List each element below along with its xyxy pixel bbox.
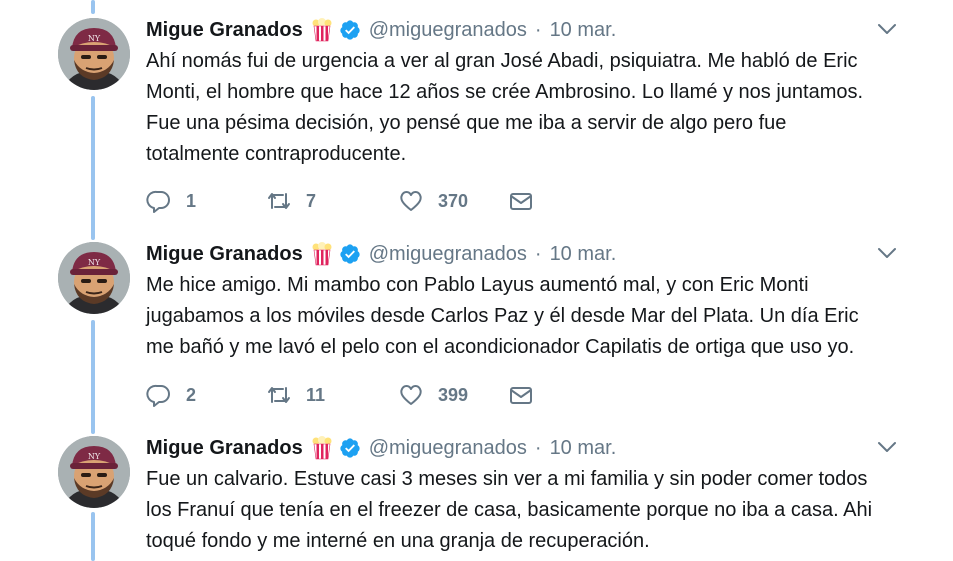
tweet-header: Migue Granados @miguegranados · 10 mar. <box>146 16 616 44</box>
avatar-image: NY <box>58 18 130 90</box>
reply-button[interactable]: 1 <box>146 188 266 214</box>
verified-badge-icon <box>339 19 361 41</box>
tweet-text: Ahí nomás fui de urgencia a ver al gran … <box>146 46 936 170</box>
popcorn-emoji-icon <box>311 18 333 42</box>
heart-icon <box>400 191 422 211</box>
like-button[interactable]: 399 <box>398 382 508 408</box>
author-name[interactable]: Migue Granados <box>146 19 303 42</box>
reply-icon <box>146 384 170 407</box>
envelope-icon <box>510 387 532 404</box>
like-count: 370 <box>438 190 469 211</box>
direct-message-button[interactable] <box>508 382 534 408</box>
separator: · <box>534 436 542 459</box>
tweet-header: Migue Granados @miguegranados · 10 mar. <box>146 434 616 462</box>
envelope-icon <box>510 193 532 210</box>
reply-count: 1 <box>186 190 197 211</box>
tweet[interactable]: NY Migue Granados @miguegranados · 10 ma… <box>0 434 953 561</box>
tweet-date[interactable]: 10 mar. <box>550 243 617 266</box>
reply-button[interactable]: 2 <box>146 382 266 408</box>
chevron-down-icon[interactable] <box>876 242 898 264</box>
chevron-down-icon[interactable] <box>876 18 898 40</box>
chevron-down-icon[interactable] <box>876 436 898 458</box>
tweet-text: Me hice amigo. Mi mambo con Pablo Layus … <box>146 270 936 363</box>
thread-line <box>91 0 95 14</box>
tweet-text-line: me bañó y me lavó el pelo con el acondic… <box>146 336 855 358</box>
tweet-date[interactable]: 10 mar. <box>550 19 617 42</box>
author-handle[interactable]: @miguegranados <box>369 19 527 42</box>
author-name[interactable]: Migue Granados <box>146 243 303 266</box>
like-count: 399 <box>438 384 469 405</box>
tweet-text-line: jugabamos a los móviles desde Carlos Paz… <box>146 305 859 327</box>
svg-text:NY: NY <box>88 452 101 461</box>
svg-text:NY: NY <box>88 34 101 43</box>
tweet[interactable]: NY Migue Granados @miguegranados · 10 ma… <box>0 240 953 420</box>
avatar[interactable]: NY <box>58 18 130 90</box>
tweet[interactable]: NY Migue Granados @miguegranados · 10 ma… <box>0 16 953 226</box>
tweet-date[interactable]: 10 mar. <box>550 437 617 460</box>
tweet-actions: 1 7 370 <box>146 186 534 216</box>
retweet-icon <box>268 387 290 403</box>
heart-icon <box>400 385 422 405</box>
like-button[interactable]: 370 <box>398 188 508 214</box>
separator: · <box>534 18 542 41</box>
reply-count: 2 <box>186 384 197 405</box>
tweet-text-line: los Franuí que tenía en el freezer de ca… <box>146 499 873 521</box>
separator: · <box>534 242 542 265</box>
retweet-icon <box>268 193 290 209</box>
tweet-text-line: Me hice amigo. Mi mambo con Pablo Layus … <box>146 274 809 296</box>
avatar[interactable]: NY <box>58 436 130 508</box>
retweet-button[interactable]: 7 <box>266 188 398 214</box>
tweet-text-line: Monti, el hombre que hace 12 años se cré… <box>146 81 864 103</box>
author-handle[interactable]: @miguegranados <box>369 243 527 266</box>
popcorn-emoji-icon <box>311 436 333 460</box>
avatar-image: NY <box>58 242 130 314</box>
tweet-header: Migue Granados @miguegranados · 10 mar. <box>146 240 616 268</box>
retweet-count: 11 <box>306 384 326 405</box>
retweet-count: 7 <box>306 190 317 211</box>
author-handle[interactable]: @miguegranados <box>369 437 527 460</box>
verified-badge-icon <box>339 437 361 459</box>
avatar[interactable]: NY <box>58 242 130 314</box>
tweet-text: Fue un calvario. Estuve casi 3 meses sin… <box>146 464 936 557</box>
author-name[interactable]: Migue Granados <box>146 437 303 460</box>
reply-icon <box>146 190 170 213</box>
tweet-text-line: Fue un calvario. Estuve casi 3 meses sin… <box>146 468 868 490</box>
avatar-image: NY <box>58 436 130 508</box>
tweet-text-line: toqué fondo y me interné en una granja d… <box>146 530 650 552</box>
tweet-text-line: totalmente contraproducente. <box>146 143 407 165</box>
retweet-button[interactable]: 11 <box>266 382 398 408</box>
direct-message-button[interactable] <box>508 188 534 214</box>
tweet-actions: 2 11 399 <box>146 380 534 410</box>
tweet-text-line: Ahí nomás fui de urgencia a ver al gran … <box>146 50 858 72</box>
popcorn-emoji-icon <box>311 242 333 266</box>
svg-text:NY: NY <box>88 258 101 267</box>
tweet-thread: NY Migue Granados @miguegranados · 10 ma… <box>0 0 953 561</box>
verified-badge-icon <box>339 243 361 265</box>
tweet-text-line: Fue una pésima decisión, yo pensé que me… <box>146 112 787 134</box>
